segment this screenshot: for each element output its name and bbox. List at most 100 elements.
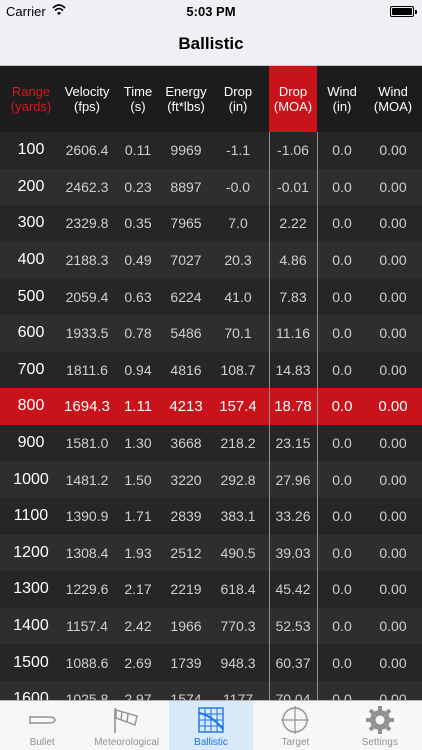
table-row[interactable]: 1100 1390.9 1.71 2839 383.1 33.26 0.0 0.00	[0, 498, 422, 535]
column-header-time[interactable]: Time (s)	[116, 66, 160, 132]
cell-velocity: 1025.8	[65, 691, 109, 700]
table-row[interactable]: 1500 1088.6 2.69 1739 948.3 60.37 0.0 0.00	[0, 644, 422, 681]
cell-range: 100	[17, 141, 45, 159]
cell-drop-in: 948.3	[220, 654, 256, 671]
cell-energy: 2219	[170, 581, 202, 598]
cell-wind-moa: 0.00	[379, 471, 407, 488]
table-row[interactable]: 900 1581.0 1.30 3668 218.2 23.15 0.0 0.00	[0, 424, 422, 462]
windsock-icon	[111, 705, 141, 735]
cell-drop-moa: 70.04	[275, 691, 311, 700]
column-header-unit: (MOA)	[273, 99, 313, 114]
tab-bullet[interactable]: Bullet	[0, 701, 84, 750]
cell-wind-moa: 0.00	[379, 618, 407, 635]
cell-wind-moa: 0.00	[379, 361, 407, 378]
column-header-range[interactable]: Range (yards)	[0, 66, 62, 132]
cell-time: 1.11	[123, 397, 153, 415]
cell-time: 2.69	[124, 654, 152, 671]
table-row[interactable]: 1000 1481.2 1.50 3220 292.8 27.96 0.0 0.00	[0, 461, 422, 498]
cell-wind-in: 0.0	[332, 435, 352, 452]
tab-meteorological[interactable]: Meteorological	[84, 701, 168, 750]
navigation-bar: Ballistic	[0, 22, 422, 66]
cell-drop-moa: 23.15	[275, 435, 311, 452]
cell-drop-in: 1177	[222, 691, 254, 700]
cell-range: 200	[17, 177, 45, 195]
cell-drop-in: -1.1	[225, 142, 251, 159]
table-row[interactable]: 1600 1025.8 2.97 1574 1177 70.04 0.0 0.00	[0, 681, 422, 700]
table-row[interactable]: 200 2462.3 0.23 8897 -0.0 -0.01 0.0 0.00	[0, 168, 422, 206]
cell-range: 1400	[13, 617, 49, 635]
cell-wind-in: 0.0	[332, 508, 352, 525]
column-header-unit: (yards)	[10, 99, 52, 114]
table-header: Range (yards) Velocity (fps) Time (s) Energy (f…	[0, 66, 422, 132]
cell-drop-moa: -0.01	[277, 178, 309, 195]
cell-drop-moa: 33.26	[275, 508, 311, 525]
ballistic-table[interactable]: 100 2606.4 0.11 9969 -1.1 -1.06 0.0 0.00 200 2462…	[0, 132, 422, 700]
cell-drop-in: 108.7	[220, 361, 256, 378]
cell-wind-moa: 0.00	[379, 325, 407, 342]
table-row[interactable]: 300 2329.8 0.35 7965 7.0 2.22 0.0 0.00	[0, 205, 422, 242]
cell-velocity: 2059.4	[65, 288, 109, 305]
cell-range: 400	[17, 251, 45, 269]
cell-drop-in: 383.1	[220, 508, 256, 525]
cell-drop-in: 157.4	[219, 397, 257, 415]
battery-icon	[390, 6, 417, 17]
cell-wind-moa: 0.00	[379, 288, 407, 305]
tab-ballistic[interactable]: Ballistic	[168, 701, 254, 750]
table-row[interactable]: 500 2059.4 0.63 6224 41.0 7.83 0.0 0.00	[0, 278, 422, 315]
cell-time: 2.97	[124, 691, 152, 700]
cell-wind-moa: 0.00	[379, 178, 407, 195]
column-header-wind-in[interactable]: Wind (in)	[318, 66, 366, 132]
cell-range: 1300	[13, 580, 49, 598]
cell-wind-in: 0.0	[332, 691, 352, 700]
column-divider	[317, 132, 318, 700]
cell-range: 1600	[13, 690, 49, 700]
column-header-title: Drop	[223, 84, 253, 99]
cell-drop-in: 7.0	[228, 215, 248, 232]
table-row[interactable]: 1300 1229.6 2.17 2219 618.4 45.42 0.0 0.00	[0, 571, 422, 608]
table-row[interactable]: 1400 1157.4 2.42 1966 770.3 52.53 0.0 0.00	[0, 607, 422, 645]
column-header-unit: (in)	[228, 99, 248, 114]
cell-range: 900	[17, 434, 45, 452]
column-header-drop-in[interactable]: Drop (in)	[210, 66, 266, 132]
cell-wind-moa: 0.00	[378, 397, 408, 415]
cell-energy: 5486	[170, 325, 202, 342]
page-title: Ballistic	[178, 34, 244, 53]
column-divider	[269, 132, 270, 700]
cell-wind-in: 0.0	[332, 361, 352, 378]
cell-drop-moa: 18.78	[274, 397, 312, 415]
table-row[interactable]: 700 1811.6 0.94 4816 108.7 14.83 0.0 0.00	[0, 351, 422, 389]
cell-energy: 2839	[170, 508, 202, 525]
cell-wind-in: 0.0	[332, 288, 352, 305]
cell-time: 0.94	[124, 361, 152, 378]
cell-time: 0.63	[124, 288, 152, 305]
column-header-energy[interactable]: Energy (ft*lbs)	[160, 66, 212, 132]
cell-drop-moa: 14.83	[275, 361, 311, 378]
cell-range: 600	[17, 324, 45, 342]
table-row[interactable]: 800 1694.3 1.11 4213 157.4 18.78 0.0 0.00	[0, 388, 422, 425]
column-header-unit: (fps)	[74, 99, 100, 114]
cell-wind-moa: 0.00	[379, 435, 407, 452]
cell-energy: 2512	[170, 544, 202, 561]
column-header-title: Range	[11, 84, 51, 99]
cell-wind-moa: 0.00	[379, 581, 407, 598]
cell-velocity: 1694.3	[64, 397, 110, 415]
table-row[interactable]: 1200 1308.4 1.93 2512 490.5 39.03 0.0 0.00	[0, 534, 422, 572]
cell-time: 1.30	[124, 435, 152, 452]
table-row[interactable]: 400 2188.3 0.49 7027 20.3 4.86 0.0 0.00	[0, 241, 422, 279]
column-header-velocity[interactable]: Velocity (fps)	[56, 66, 118, 132]
cell-drop-in: 770.3	[220, 618, 256, 635]
cell-wind-moa: 0.00	[379, 142, 407, 159]
table-row[interactable]: 600 1933.5 0.78 5486 70.1 11.16 0.0 0.00	[0, 315, 422, 352]
tab-target[interactable]: Target	[253, 701, 337, 750]
table-row[interactable]: 100 2606.4 0.11 9969 -1.1 -1.06 0.0 0.00	[0, 132, 422, 169]
cell-wind-in: 0.0	[331, 397, 353, 415]
cell-drop-moa: 2.22	[279, 215, 307, 232]
cell-drop-in: 218.2	[220, 435, 256, 452]
tab-settings[interactable]: Settings	[338, 701, 422, 750]
column-header-wind-moa[interactable]: Wind (MOA)	[364, 66, 422, 132]
tab-label: Target	[281, 737, 310, 748]
column-header-drop-moa[interactable]: Drop (MOA)	[269, 66, 317, 132]
cell-time: 2.42	[124, 618, 152, 635]
cell-drop-moa: 4.86	[279, 252, 307, 269]
cell-time: 0.11	[124, 142, 152, 159]
